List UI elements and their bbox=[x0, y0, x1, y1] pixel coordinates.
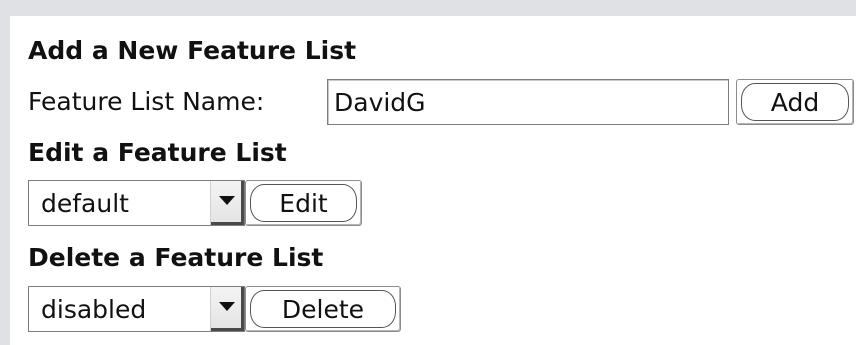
delete-list-selected-value: disabled bbox=[41, 294, 147, 324]
edit-list-selected-value: default bbox=[41, 188, 129, 218]
add-feature-list-heading: Add a New Feature List bbox=[28, 36, 357, 65]
edit-list-select[interactable]: default bbox=[28, 180, 245, 226]
feature-list-name-label: Feature List Name: bbox=[28, 87, 265, 116]
edit-feature-list-heading: Edit a Feature List bbox=[28, 138, 287, 167]
delete-feature-list-heading: Delete a Feature List bbox=[28, 243, 324, 272]
chevron-down-icon[interactable] bbox=[210, 287, 244, 331]
feature-list-name-input[interactable] bbox=[327, 79, 729, 125]
delete-button-label: Delete bbox=[250, 290, 396, 328]
feature-list-panel: Add a New Feature List Feature List Name… bbox=[10, 16, 856, 345]
add-button-label: Add bbox=[741, 83, 849, 121]
edit-button-label: Edit bbox=[250, 184, 357, 222]
add-button[interactable]: Add bbox=[736, 79, 854, 125]
chevron-down-icon[interactable] bbox=[210, 181, 244, 225]
delete-button[interactable]: Delete bbox=[245, 286, 401, 332]
edit-button[interactable]: Edit bbox=[245, 180, 362, 226]
delete-list-select[interactable]: disabled bbox=[28, 286, 245, 332]
